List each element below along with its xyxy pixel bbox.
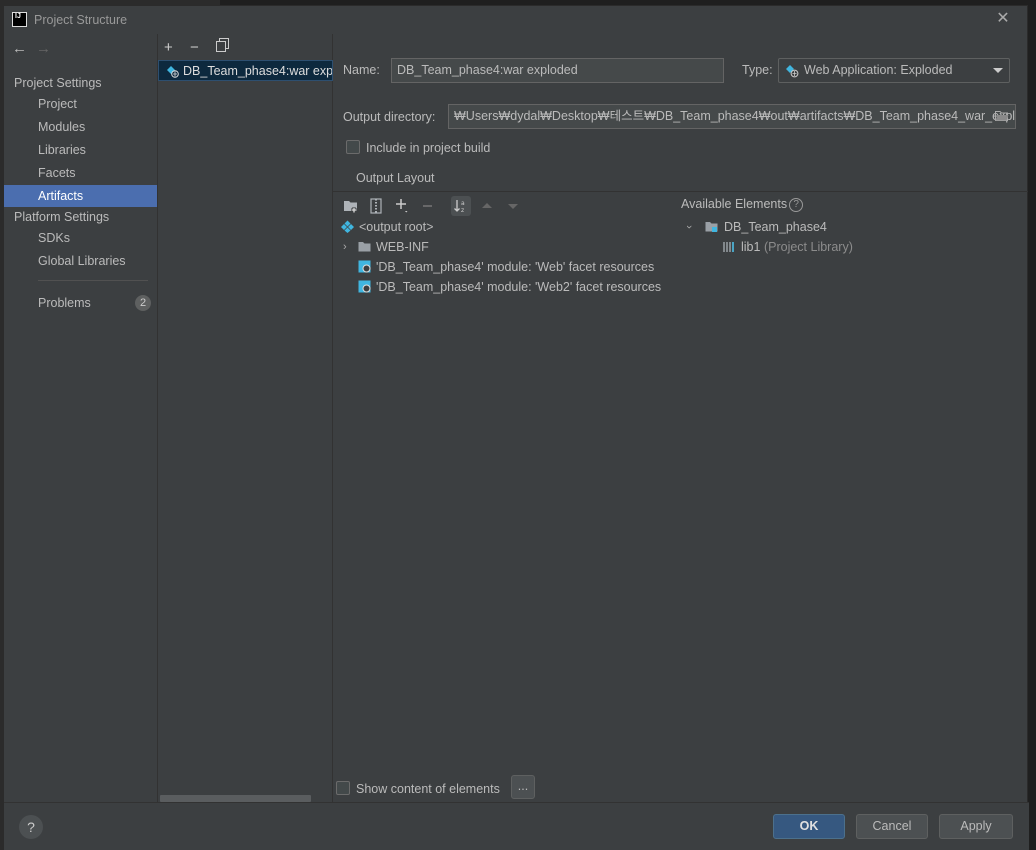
- tree-item-web-inf[interactable]: › WEB-INF: [341, 237, 429, 257]
- project-settings-header: Project Settings: [14, 76, 102, 90]
- remove-element-button[interactable]: [418, 196, 438, 216]
- create-directory-button[interactable]: [341, 196, 361, 216]
- web-inf-label: WEB-INF: [376, 240, 429, 254]
- folder-icon: [358, 242, 371, 252]
- available-elements-label: Available Elements: [681, 197, 788, 211]
- sidebar-item-modules[interactable]: Modules: [4, 116, 157, 138]
- library-icon: [723, 242, 734, 252]
- forward-arrow-icon[interactable]: →: [36, 40, 60, 57]
- minus-icon: [423, 205, 432, 207]
- remove-artifact-button[interactable]: −: [190, 39, 216, 56]
- type-label: Type:: [742, 63, 773, 77]
- apply-button[interactable]: Apply: [939, 814, 1013, 839]
- problems-label: Problems: [38, 296, 91, 310]
- name-field[interactable]: DB_Team_phase4:war exploded: [391, 58, 724, 83]
- available-library-item[interactable]: lib1 (Project Library): [723, 237, 853, 257]
- problems-count-badge: 2: [135, 295, 151, 311]
- archive-icon: [370, 198, 382, 214]
- library-name: lib1: [741, 240, 761, 254]
- settings-sidebar: ← → Project Settings Project Modules Libr…: [4, 34, 158, 802]
- web-facet-icon: [358, 280, 371, 293]
- available-elements-header: Available Elements?: [681, 197, 804, 212]
- tree-item-web-facet[interactable]: 'DB_Team_phase4' module: 'Web' facet res…: [341, 257, 654, 277]
- dialog-title: Project Structure: [34, 13, 128, 27]
- include-in-build-label: Include in project build: [366, 141, 491, 155]
- name-label: Name:: [343, 63, 380, 77]
- layout-divider: [333, 191, 1028, 192]
- sort-alpha-icon: az: [454, 200, 465, 214]
- type-dropdown[interactable]: Web Application: Exploded: [778, 58, 1010, 83]
- web2-facet-label: 'DB_Team_phase4' module: 'Web2' facet re…: [376, 280, 662, 294]
- project-structure-dialog: IJ Project Structure ✕ ← → Project Settin…: [3, 5, 1029, 850]
- copy-artifact-button[interactable]: [216, 38, 242, 56]
- chevron-down-icon[interactable]: ›: [679, 225, 699, 229]
- artifacts-list-panel: +− DB_Team_phase4:war exploded: [158, 34, 333, 802]
- move-down-button[interactable]: [503, 196, 523, 216]
- sidebar-item-facets[interactable]: Facets: [4, 162, 157, 184]
- artifact-details: Name: DB_Team_phase4:war exploded Type: …: [333, 34, 1028, 802]
- web-app-icon: [786, 65, 799, 78]
- add-archive-button[interactable]: [366, 196, 386, 216]
- sidebar-item-problems[interactable]: Problems 2: [4, 292, 157, 314]
- arrow-up-icon: [482, 203, 492, 208]
- sidebar-item-project[interactable]: Project: [4, 93, 157, 115]
- module-name: DB_Team_phase4: [724, 220, 827, 234]
- svg-text:z: z: [461, 207, 464, 214]
- intellij-logo-icon: IJ: [12, 12, 27, 27]
- move-up-button[interactable]: [477, 196, 497, 216]
- web-facet-icon: [358, 260, 371, 273]
- svg-text:a: a: [461, 200, 465, 207]
- copy-icon: [216, 38, 229, 52]
- chevron-right-icon[interactable]: ›: [343, 237, 347, 257]
- available-module-item[interactable]: › DB_Team_phase4: [683, 217, 827, 237]
- sort-elements-button[interactable]: az: [451, 196, 471, 216]
- tab-output-layout[interactable]: Output Layout: [356, 171, 435, 185]
- sidebar-divider: [38, 280, 148, 281]
- chevron-down-icon: [993, 68, 1003, 73]
- nav-arrows: ← →: [12, 40, 60, 57]
- plus-dropdown-icon: [396, 199, 408, 213]
- help-circle-icon[interactable]: ?: [789, 198, 804, 212]
- horizontal-scrollbar[interactable]: [160, 795, 311, 802]
- new-folder-icon: [344, 201, 357, 213]
- add-copy-button[interactable]: [393, 196, 413, 216]
- dialog-footer: ? OK Cancel Apply: [4, 803, 1029, 850]
- output-directory-value: ₩Users₩dydal₩Desktop₩테스트₩DB_Team_phase4₩…: [454, 109, 1016, 123]
- output-root-label: <output root>: [359, 220, 434, 234]
- output-directory-label: Output directory:: [343, 110, 436, 124]
- web-artifact-icon: [167, 66, 179, 78]
- browse-folder-icon: [995, 111, 1009, 121]
- web-facet-label: 'DB_Team_phase4' module: 'Web' facet res…: [376, 260, 655, 274]
- cancel-button[interactable]: Cancel: [856, 814, 928, 839]
- artifacts-toolbar: + −: [164, 38, 242, 56]
- tree-item-output-root[interactable]: <output root>: [341, 217, 433, 237]
- platform-settings-header: Platform Settings: [14, 210, 110, 224]
- sidebar-item-artifacts[interactable]: Artifacts: [4, 185, 157, 207]
- ok-button[interactable]: OK: [773, 814, 845, 839]
- show-content-settings-button[interactable]: ...: [511, 775, 535, 799]
- show-content-checkbox[interactable]: [336, 781, 350, 795]
- sidebar-item-libraries[interactable]: Libraries: [4, 139, 157, 161]
- artifact-name: DB_Team_phase4:war exploded: [183, 64, 333, 78]
- module-folder-icon: [705, 222, 718, 232]
- sidebar-item-global-libraries[interactable]: Global Libraries: [4, 250, 157, 272]
- close-icon[interactable]: ✕: [995, 11, 1011, 27]
- help-button[interactable]: ?: [19, 815, 43, 839]
- title-bar: IJ Project Structure ✕: [4, 6, 1027, 34]
- tree-item-web2-facet[interactable]: 'DB_Team_phase4' module: 'Web2' facet re…: [341, 277, 661, 297]
- show-content-label: Show content of elements: [356, 782, 500, 796]
- output-directory-field[interactable]: ₩Users₩dydal₩Desktop₩테스트₩DB_Team_phase4₩…: [448, 104, 1016, 129]
- artifact-list-item[interactable]: DB_Team_phase4:war exploded: [158, 60, 333, 81]
- arrow-down-icon: [508, 204, 518, 209]
- add-artifact-button[interactable]: +: [164, 39, 190, 56]
- include-in-build-checkbox[interactable]: [346, 140, 360, 154]
- type-value: Web Application: Exploded: [804, 63, 953, 77]
- library-note: (Project Library): [763, 240, 853, 254]
- artifact-icon: [341, 220, 354, 233]
- sidebar-item-sdks[interactable]: SDKs: [4, 227, 157, 249]
- back-arrow-icon[interactable]: ←: [12, 40, 36, 57]
